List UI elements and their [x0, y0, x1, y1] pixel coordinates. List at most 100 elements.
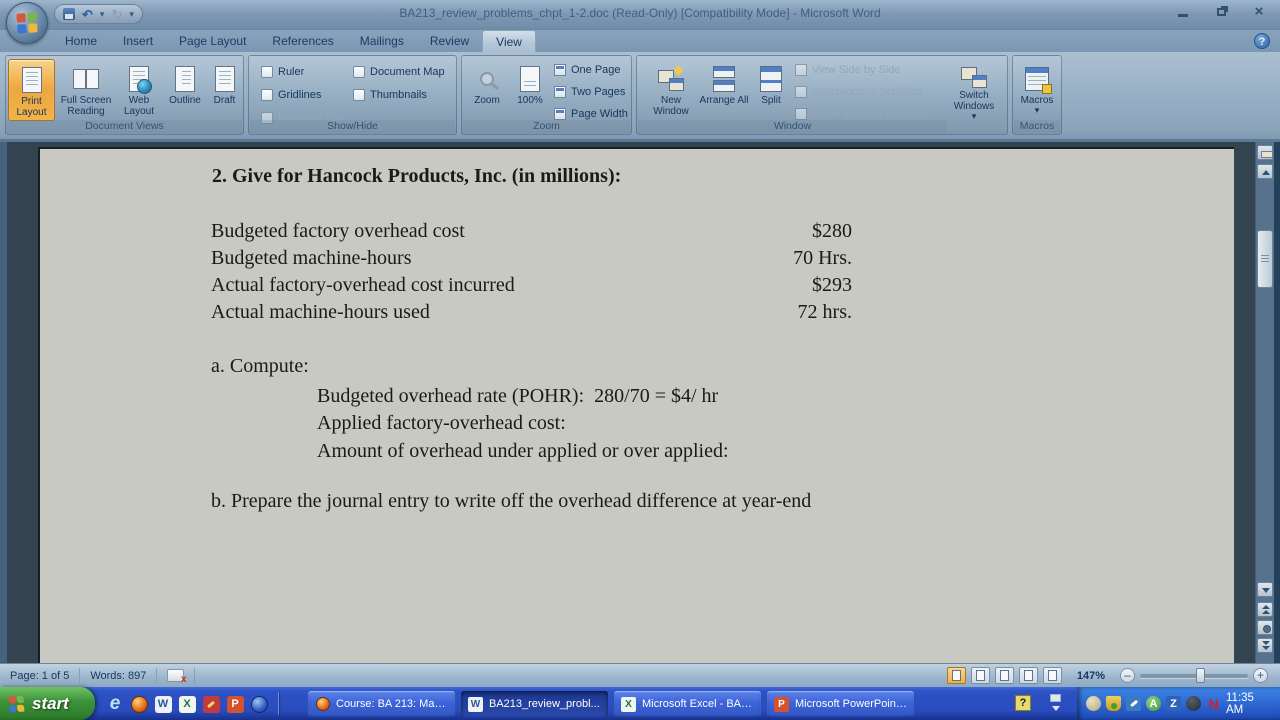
checkbox-icon: [261, 66, 273, 78]
doc-section-b: b. Prepare the journal entry to write of…: [211, 490, 811, 513]
zoom-level[interactable]: 147%: [1067, 670, 1115, 682]
undo-dropdown-icon[interactable]: ▾: [100, 9, 105, 20]
qat-customize-icon[interactable]: ▾: [129, 9, 134, 20]
quicklaunch-powerpoint-icon[interactable]: P: [224, 693, 246, 715]
view-draft-icon[interactable]: [1043, 667, 1062, 684]
ruler-checkbox[interactable]: Ruler: [261, 64, 304, 80]
ruler-toggle-icon[interactable]: [1257, 145, 1273, 160]
scroll-up-icon[interactable]: [1257, 164, 1273, 179]
print-layout-button[interactable]: Print Layout: [8, 59, 55, 121]
taskbar: start e W X P Course: BA 213: Man... W B…: [0, 687, 1280, 720]
tab-mailings[interactable]: Mailings: [347, 30, 417, 52]
zoom-in-button[interactable]: +: [1253, 668, 1268, 683]
switch-windows-button[interactable]: Switch Windows ▾: [945, 59, 1003, 121]
proofing-status-icon[interactable]: x: [167, 669, 184, 682]
full-screen-reading-button[interactable]: Full Screen Reading: [57, 59, 115, 121]
previous-page-icon[interactable]: [1257, 602, 1273, 617]
print-layout-icon: [22, 63, 42, 96]
tray-z-icon[interactable]: Z: [1166, 696, 1181, 711]
word-count[interactable]: Words: 897: [80, 670, 156, 682]
scrollbar-thumb[interactable]: [1257, 230, 1273, 288]
quicklaunch-media-icon[interactable]: [248, 693, 270, 715]
view-print-layout-icon[interactable]: [947, 667, 966, 684]
tray-antivirus-icon[interactable]: A: [1146, 696, 1161, 711]
zoom-100-button[interactable]: 100%: [510, 59, 550, 121]
full-screen-reading-icon: [73, 62, 99, 95]
ribbon: Print Layout Full Screen Reading Web Lay…: [0, 52, 1280, 142]
taskbar-help-icon[interactable]: ?: [1015, 695, 1031, 711]
vertical-scrollbar[interactable]: [1255, 142, 1274, 663]
view-side-by-side-button: View Side by Side: [795, 62, 900, 78]
close-button[interactable]: ×: [1248, 4, 1270, 19]
help-icon[interactable]: ?: [1254, 33, 1270, 49]
tab-home[interactable]: Home: [52, 30, 110, 52]
view-side-by-side-icon: [795, 64, 807, 76]
start-button[interactable]: start: [0, 687, 95, 720]
office-button[interactable]: [6, 2, 48, 44]
minimize-button[interactable]: [1172, 4, 1194, 19]
quicklaunch-firefox-icon[interactable]: [128, 693, 150, 715]
taskbar-chevron-icon[interactable]: [1048, 694, 1064, 712]
tray-novell-icon[interactable]: N: [1206, 696, 1221, 711]
view-web-layout-icon[interactable]: [995, 667, 1014, 684]
two-pages-button[interactable]: Two Pages: [554, 84, 625, 100]
zoom-slider-thumb[interactable]: [1196, 668, 1205, 683]
one-page-button[interactable]: One Page: [554, 62, 621, 78]
draft-button[interactable]: Draft: [208, 59, 241, 121]
restore-button[interactable]: [1210, 4, 1232, 19]
tab-references[interactable]: References: [259, 30, 346, 52]
zoom-slider[interactable]: [1140, 674, 1248, 678]
synchronous-scrolling-icon: [795, 86, 807, 98]
tab-review[interactable]: Review: [417, 30, 482, 52]
synchronous-scrolling-button: Synchronous Scrolling: [795, 84, 921, 100]
checkbox-icon: [353, 66, 365, 78]
document-page[interactable]: 2. Give for Hancock Products, Inc. (in m…: [38, 147, 1234, 663]
quicklaunch-ie-icon[interactable]: e: [104, 693, 126, 715]
taskbar-window-excel[interactable]: X Microsoft Excel - BA2...: [614, 691, 761, 717]
tray-messenger-icon[interactable]: [1086, 696, 1101, 711]
quicklaunch-word-icon[interactable]: W: [152, 693, 174, 715]
powerpoint-icon: P: [774, 697, 789, 712]
taskbar-window-powerpoint[interactable]: P Microsoft PowerPoint ...: [767, 691, 914, 717]
select-browse-object-icon[interactable]: [1257, 620, 1273, 635]
window-right-border: [1274, 142, 1280, 663]
gridlines-checkbox[interactable]: Gridlines: [261, 87, 321, 103]
next-page-icon[interactable]: [1257, 638, 1273, 653]
group-label-macros: Macros: [1014, 120, 1060, 133]
window-title: BA213_review_problems_chpt_1-2.doc (Read…: [0, 6, 1280, 20]
tab-view[interactable]: View: [482, 30, 536, 52]
group-document-views: Print Layout Full Screen Reading Web Lay…: [5, 55, 244, 135]
view-outline-icon[interactable]: [1019, 667, 1038, 684]
web-layout-icon: [129, 62, 149, 95]
split-icon: [760, 62, 782, 95]
macros-button[interactable]: Macros ▾: [1016, 59, 1058, 121]
new-window-button[interactable]: New Window: [647, 59, 695, 121]
tray-shield-icon[interactable]: [1106, 696, 1121, 711]
scroll-down-icon[interactable]: [1257, 582, 1273, 597]
page-count[interactable]: Page: 1 of 5: [0, 670, 79, 682]
taskbar-window-firefox[interactable]: Course: BA 213: Man...: [308, 691, 455, 717]
tab-page-layout[interactable]: Page Layout: [166, 30, 259, 52]
save-icon[interactable]: [63, 8, 75, 20]
tray-key-icon[interactable]: [1126, 696, 1141, 711]
tab-insert[interactable]: Insert: [110, 30, 166, 52]
zoom-button[interactable]: Zoom: [466, 59, 508, 121]
thumbnails-checkbox[interactable]: Thumbnails: [353, 87, 427, 103]
doc-row: Actual factory-overhead cost incurred $2…: [211, 274, 852, 297]
document-map-checkbox[interactable]: Document Map: [353, 64, 445, 80]
word-document-icon: W: [468, 697, 483, 712]
view-full-screen-icon[interactable]: [971, 667, 990, 684]
clock[interactable]: 11:35 AM: [1226, 692, 1280, 716]
quicklaunch-key-icon[interactable]: [200, 693, 222, 715]
tray-swirl-icon[interactable]: [1186, 696, 1201, 711]
web-layout-button[interactable]: Web Layout: [117, 59, 161, 121]
outline-button[interactable]: Outline: [163, 59, 207, 121]
redo-icon: ↻: [111, 8, 122, 21]
quicklaunch-excel-icon[interactable]: X: [176, 693, 198, 715]
taskbar-window-word[interactable]: W BA213_review_probl...: [461, 691, 608, 717]
office-logo-icon: [16, 12, 37, 33]
undo-icon[interactable]: ↶: [82, 8, 93, 21]
split-button[interactable]: Split: [753, 59, 789, 121]
arrange-all-button[interactable]: Arrange All: [699, 59, 749, 121]
zoom-out-button[interactable]: –: [1120, 668, 1135, 683]
